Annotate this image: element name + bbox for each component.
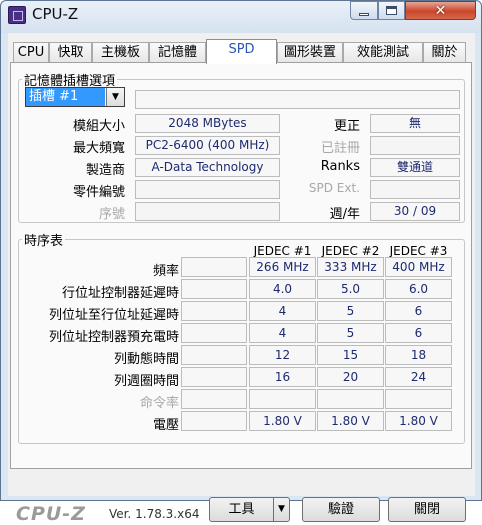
timing-row-label: 頻率: [152, 264, 179, 279]
slot-select[interactable]: 插槽 #1 ▼: [25, 87, 125, 107]
title-bar[interactable]: CPU-Z ✕: [1, 1, 481, 33]
max-bandwidth-value: PC2-6400 (400 MHz): [135, 136, 280, 155]
timing-cell: 18: [385, 345, 452, 365]
minimize-icon: [359, 12, 369, 16]
timing-cell: 6.0: [385, 279, 452, 299]
close-icon: ✕: [434, 2, 447, 19]
manufacturer-value: A-Data Technology: [135, 158, 280, 177]
max-bandwidth-label: 最大頻寬: [72, 141, 125, 156]
timing-spacer-cell: [181, 411, 247, 431]
timing-cell: 5: [317, 301, 384, 321]
tab-bench[interactable]: 效能測試: [343, 42, 423, 63]
timing-cell: [317, 389, 384, 409]
ranks-label: Ranks: [320, 159, 360, 174]
timing-cell: 16: [249, 367, 316, 387]
manufacturer-label: 製造商: [85, 163, 125, 178]
timing-spacer-cell: [181, 389, 247, 409]
memory-type-value: [135, 90, 460, 109]
timings-group-title: 時序表: [24, 234, 64, 249]
timing-spacer-cell: [181, 323, 247, 343]
week-year-label: 週/年: [329, 207, 360, 222]
maximize-button[interactable]: [378, 1, 405, 20]
part-number-value: [135, 180, 280, 199]
timing-row-label: 列週圈時間: [113, 374, 179, 389]
timing-cell: 6: [385, 323, 452, 343]
week-year-value: 30 / 09: [370, 202, 460, 221]
spd-ext-value: [370, 180, 460, 199]
tab-mainboard[interactable]: 主機板: [92, 42, 149, 63]
timing-spacer-cell: [181, 367, 247, 387]
cpuz-window: CPU-Z ✕ CPU 快取 主機板 記憶體 SPD 圖形裝置 效能測試 關於 …: [0, 0, 482, 525]
module-size-value: 2048 MBytes: [135, 114, 280, 133]
timing-row-label: 行位址控制器延遲時: [61, 286, 179, 301]
timing-cell: 24: [385, 367, 452, 387]
timing-row-label: 電壓: [152, 418, 179, 433]
close-window-button[interactable]: ✕: [405, 1, 476, 20]
tab-memory[interactable]: 記憶體: [149, 42, 206, 63]
correction-value: 無: [370, 114, 460, 133]
tab-cpu[interactable]: CPU: [13, 42, 49, 63]
module-size-label: 模組大小: [72, 119, 125, 134]
timing-spacer-cell: [181, 301, 247, 321]
timing-header: JEDEC #2: [321, 244, 380, 258]
timing-row-label: 列動態時間: [113, 352, 179, 367]
timing-cell: 333 MHz: [317, 257, 384, 277]
timing-cell: 1.80 V: [385, 411, 452, 431]
timing-cell: 15: [317, 345, 384, 365]
timing-cell: 6: [385, 301, 452, 321]
window-title: CPU-Z: [32, 5, 79, 23]
timing-cell: 1.80 V: [317, 411, 384, 431]
timing-header: JEDEC #1: [253, 244, 312, 258]
ranks-value: 雙通道: [370, 158, 460, 177]
client-area: CPU 快取 主機板 記憶體 SPD 圖形裝置 效能測試 關於 記憶體插槽選項 …: [8, 33, 475, 525]
tab-graphics[interactable]: 圖形裝置: [277, 42, 343, 63]
timing-row-label: 列位址至行位址延遲時: [48, 308, 179, 323]
version-label: Ver. 1.78.3.x64: [109, 507, 200, 521]
spd-ext-label: SPD Ext.: [308, 181, 360, 195]
timing-spacer-cell: [181, 257, 247, 277]
minimize-button[interactable]: [350, 1, 378, 20]
timing-cell: 20: [317, 367, 384, 387]
timing-row-label: 命令率: [139, 396, 179, 411]
tab-bar: CPU 快取 主機板 記憶體 SPD 圖形裝置 效能測試 關於: [8, 39, 475, 64]
timing-spacer-cell: [181, 345, 247, 365]
timing-cell: [249, 389, 316, 409]
timing-cell: 4: [249, 323, 316, 343]
tab-about[interactable]: 關於: [423, 42, 466, 63]
timing-cell: 5: [317, 323, 384, 343]
timing-header: JEDEC #3: [389, 244, 448, 258]
timing-cell: 266 MHz: [249, 257, 316, 277]
timing-spacer-cell: [181, 279, 247, 299]
timing-cell: 4: [249, 301, 316, 321]
serial-label: 序號: [98, 207, 125, 222]
part-number-label: 零件編號: [72, 185, 125, 200]
registered-label: 已註冊: [320, 141, 360, 156]
timing-cell: 12: [249, 345, 316, 365]
cpuz-app-icon: [8, 6, 26, 24]
timing-cell: 400 MHz: [385, 257, 452, 277]
slot-select-value: 插槽 #1: [26, 88, 105, 106]
registered-value: [370, 136, 460, 155]
timing-row-label: 列位址控制器預充電時: [48, 330, 179, 345]
tab-cache[interactable]: 快取: [49, 42, 92, 63]
maximize-icon: [386, 6, 397, 15]
serial-value: [135, 202, 280, 221]
cpuz-logo: CPU-Z: [16, 503, 86, 525]
chevron-down-icon[interactable]: ▼: [106, 88, 124, 106]
timing-cell: [385, 389, 452, 409]
timing-cell: 4.0: [249, 279, 316, 299]
correction-label: 更正: [333, 119, 360, 134]
timing-cell: 1.80 V: [249, 411, 316, 431]
timing-cell: 5.0: [317, 279, 384, 299]
tab-spd[interactable]: SPD: [206, 39, 277, 64]
